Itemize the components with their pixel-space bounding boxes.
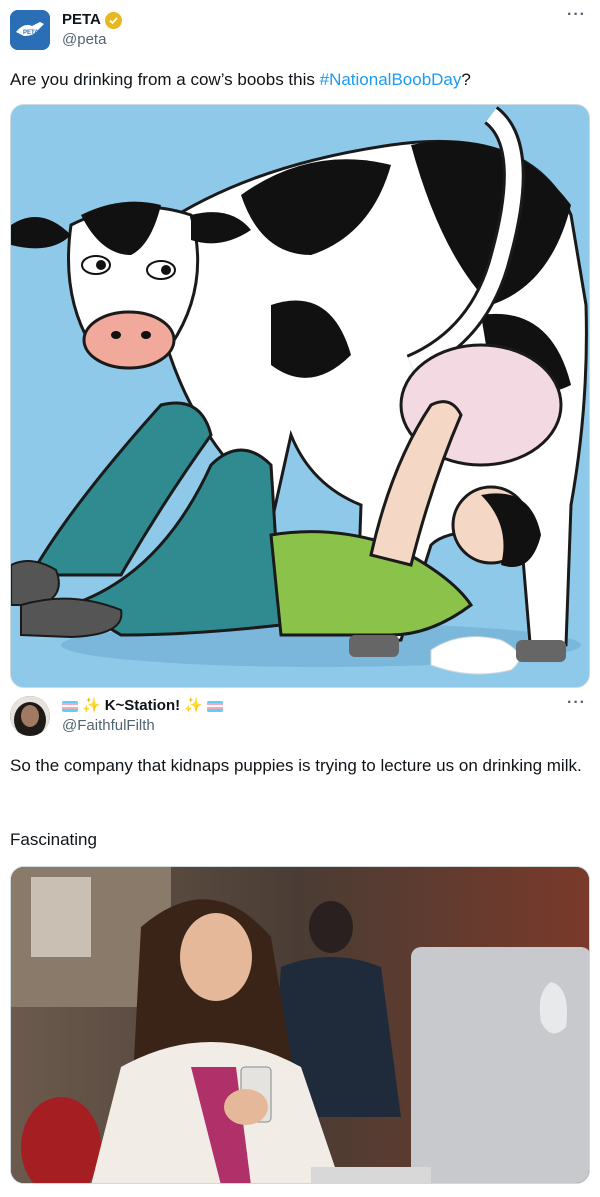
avatar-peta[interactable]: PETA — [10, 10, 50, 50]
tweet-header: PETA PETA @peta — [10, 10, 122, 50]
display-name-faithfulfilth[interactable]: ✨ K~Station! ✨ — [62, 696, 223, 716]
hashtag-link[interactable]: #NationalBoobDay — [320, 70, 462, 89]
tweet-reply: ✨ K~Station! ✨ @FaithfulFilth ··· So the… — [0, 690, 600, 1197]
display-name-peta[interactable]: PETA — [62, 10, 122, 30]
more-options-icon[interactable]: ··· — [567, 694, 586, 712]
tweet-text: So the company that kidnaps puppies is t… — [10, 756, 582, 775]
avatar-faithfulfilth[interactable] — [10, 696, 50, 736]
tweet-peta: PETA PETA @peta ··· Are you drinking fro… — [0, 0, 600, 690]
tweet-media-photo[interactable] — [10, 866, 590, 1184]
svg-text:PETA: PETA — [23, 30, 39, 36]
tweet-media-cow-illustration[interactable] — [10, 104, 590, 688]
trans-flag-icon — [62, 700, 78, 712]
handle-peta[interactable]: @peta — [62, 30, 122, 50]
more-options-icon[interactable]: ··· — [567, 6, 586, 24]
tweet-text-line2: Fascinating — [10, 830, 97, 849]
tweet-header: ✨ K~Station! ✨ @FaithfulFilth — [10, 696, 223, 736]
sparkles-icon: ✨ — [184, 697, 203, 714]
sparkles-icon: ✨ — [82, 697, 101, 714]
trans-flag-icon — [206, 700, 223, 712]
tweet-text: Are you drinking from a cow’s boobs this… — [10, 70, 471, 89]
verified-badge-icon — [104, 11, 122, 29]
handle-faithfulfilth[interactable]: @FaithfulFilth — [62, 716, 223, 736]
